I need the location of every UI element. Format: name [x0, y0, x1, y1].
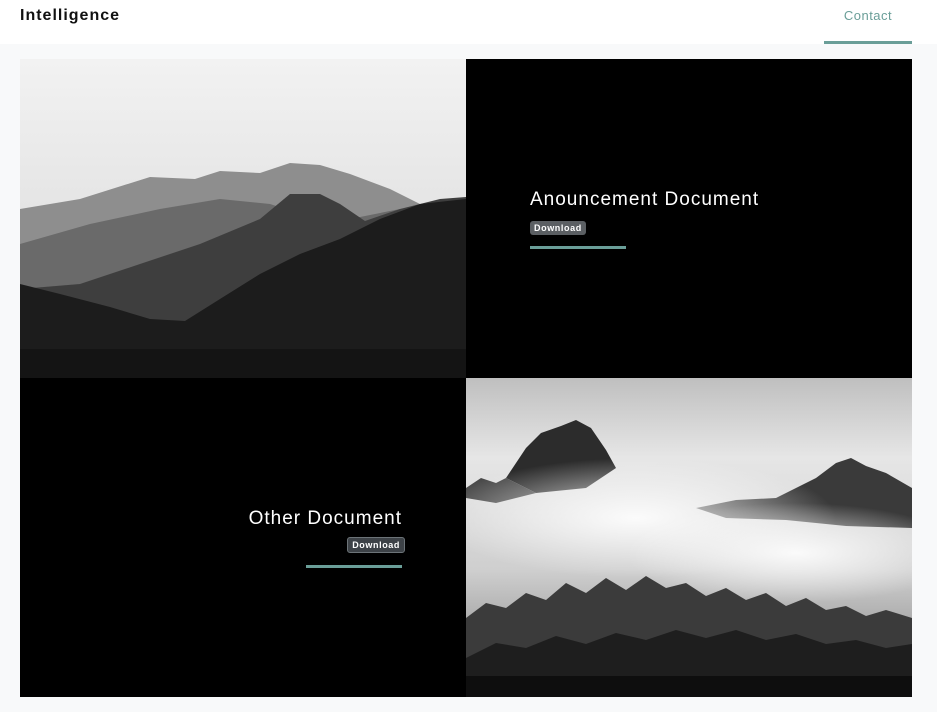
announcement-panel: Anouncement Document Download — [466, 59, 912, 378]
other-document-panel: Other Document Download — [20, 378, 466, 697]
announcement-accent-rule — [530, 246, 626, 249]
announcement-download-button[interactable]: Download — [530, 221, 586, 235]
other-document-title: Other Document — [248, 508, 402, 529]
mountains-image — [20, 59, 466, 378]
misty-mountains-image — [466, 378, 912, 697]
brand-logo[interactable]: Intelligence — [20, 7, 120, 25]
nav-contact-link[interactable]: Contact — [824, 0, 912, 44]
documents-grid: Anouncement Document Download Other Docu… — [20, 59, 912, 697]
other-document-download-button[interactable]: Download — [347, 537, 405, 553]
navbar: Intelligence Contact — [0, 0, 937, 44]
announcement-title: Anouncement Document — [530, 189, 760, 210]
other-document-accent-rule — [306, 565, 402, 568]
